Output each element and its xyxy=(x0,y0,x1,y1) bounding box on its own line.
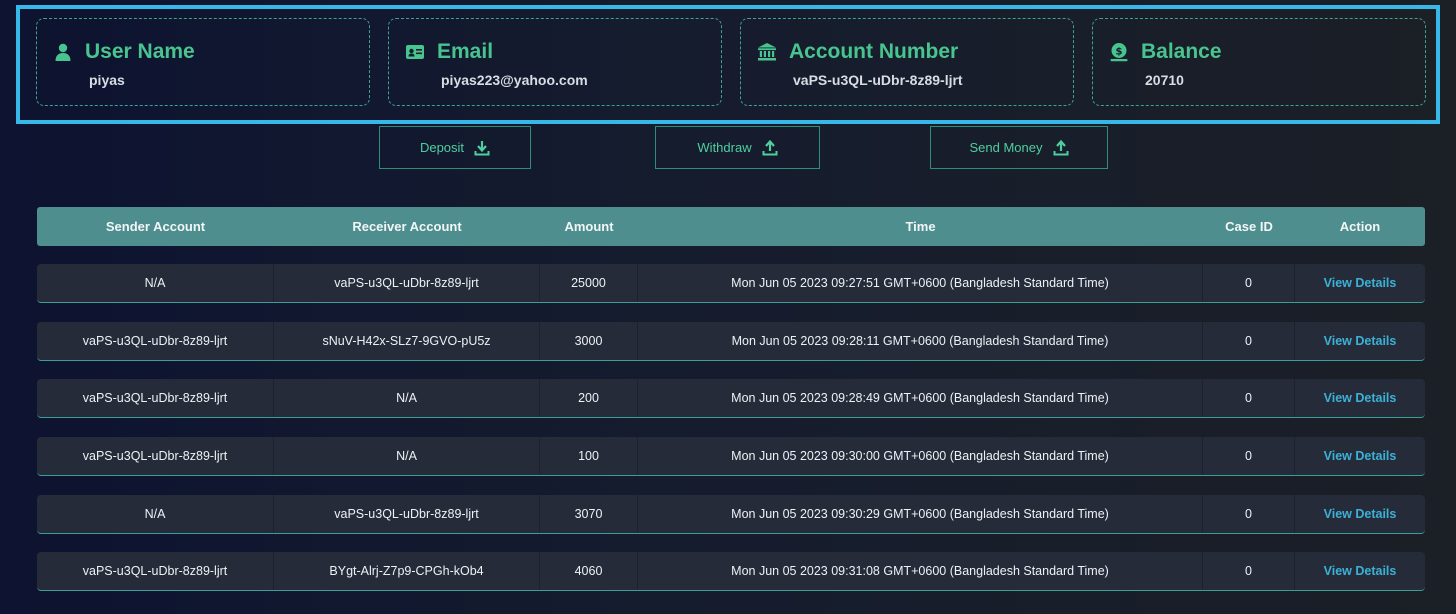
view-details-link[interactable]: View Details xyxy=(1295,322,1425,360)
table-row: N/A vaPS-u3QL-uDbr-8z89-ljrt 3070 Mon Ju… xyxy=(37,495,1425,534)
sender-account-cell: vaPS-u3QL-uDbr-8z89-ljrt xyxy=(37,322,274,360)
sender-account-cell: vaPS-u3QL-uDbr-8z89-ljrt xyxy=(37,552,274,590)
balance-card: $ Balance 20710 xyxy=(1092,18,1426,106)
receiver-account-cell: sNuV-H42x-SLz7-9GVO-pU5z xyxy=(274,322,540,360)
time-cell: Mon Jun 05 2023 09:28:49 GMT+0600 (Bangl… xyxy=(638,379,1203,417)
case-id-cell: 0 xyxy=(1203,264,1295,302)
header-time: Time xyxy=(905,219,936,234)
view-details-link[interactable]: View Details xyxy=(1295,437,1425,475)
view-details-link[interactable]: View Details xyxy=(1295,379,1425,417)
amount-cell: 25000 xyxy=(540,264,638,302)
sender-account-cell: N/A xyxy=(37,264,274,302)
view-details-link[interactable]: View Details xyxy=(1295,264,1425,302)
header-action: Action xyxy=(1339,219,1381,234)
card-title: Email xyxy=(437,40,494,63)
case-id-cell: 0 xyxy=(1203,437,1295,475)
header-receiver-account: Receiver Account xyxy=(352,219,462,234)
view-details-link[interactable]: View Details xyxy=(1295,552,1425,590)
sender-account-cell: vaPS-u3QL-uDbr-8z89-ljrt xyxy=(37,379,274,417)
card-header: User Name xyxy=(53,39,195,65)
table-row: vaPS-u3QL-uDbr-8z89-ljrt N/A 200 Mon Jun… xyxy=(37,379,1425,418)
receiver-account-cell: vaPS-u3QL-uDbr-8z89-ljrt xyxy=(274,495,540,533)
withdraw-button[interactable]: Withdraw xyxy=(655,126,820,169)
card-header: Email xyxy=(405,39,493,65)
amount-cell: 3000 xyxy=(540,322,638,360)
email-card: Email piyas223@yahoo.com xyxy=(388,18,722,106)
balance-value: 20710 xyxy=(1145,72,1184,88)
account-number-card: Account Number vaPS-u3QL-uDbr-8z89-ljrt xyxy=(740,18,1074,106)
case-id-cell: 0 xyxy=(1203,322,1295,360)
card-title: User Name xyxy=(85,40,195,63)
upload-icon xyxy=(1053,139,1069,156)
transactions-table-header: Sender Account Receiver Account Amount T… xyxy=(37,207,1425,246)
time-cell: Mon Jun 05 2023 09:28:11 GMT+0600 (Bangl… xyxy=(638,322,1203,360)
sender-account-cell: vaPS-u3QL-uDbr-8z89-ljrt xyxy=(37,437,274,475)
bank-icon xyxy=(757,42,777,62)
amount-cell: 100 xyxy=(540,437,638,475)
receiver-account-cell: N/A xyxy=(274,379,540,417)
account-number-value: vaPS-u3QL-uDbr-8z89-ljrt xyxy=(793,72,963,88)
header-amount: Amount xyxy=(564,219,614,234)
case-id-cell: 0 xyxy=(1203,379,1295,417)
id-card-icon xyxy=(405,42,425,62)
user-name-card: User Name piyas xyxy=(36,18,370,106)
amount-cell: 200 xyxy=(540,379,638,417)
email-value: piyas223@yahoo.com xyxy=(441,72,588,88)
user-name-value: piyas xyxy=(89,72,125,88)
withdraw-label: Withdraw xyxy=(697,140,752,155)
svg-text:$: $ xyxy=(1116,47,1123,58)
send-money-button[interactable]: Send Money xyxy=(930,126,1108,169)
card-header: $ Balance xyxy=(1109,39,1222,65)
case-id-cell: 0 xyxy=(1203,552,1295,590)
time-cell: Mon Jun 05 2023 09:31:08 GMT+0600 (Bangl… xyxy=(638,552,1203,590)
money-icon: $ xyxy=(1109,42,1129,62)
amount-cell: 3070 xyxy=(540,495,638,533)
card-header: Account Number xyxy=(757,39,958,65)
send-money-label: Send Money xyxy=(969,140,1043,155)
receiver-account-cell: N/A xyxy=(274,437,540,475)
user-icon xyxy=(53,42,73,62)
receiver-account-cell: BYgt-Alrj-Z7p9-CPGh-kOb4 xyxy=(274,552,540,590)
table-row: vaPS-u3QL-uDbr-8z89-ljrt N/A 100 Mon Jun… xyxy=(37,437,1425,476)
deposit-button[interactable]: Deposit xyxy=(379,126,531,169)
header-sender-account: Sender Account xyxy=(105,219,206,234)
receiver-account-cell: vaPS-u3QL-uDbr-8z89-ljrt xyxy=(274,264,540,302)
download-icon xyxy=(474,140,490,156)
deposit-label: Deposit xyxy=(419,140,465,155)
table-row: vaPS-u3QL-uDbr-8z89-ljrt BYgt-Alrj-Z7p9-… xyxy=(37,552,1425,591)
view-details-link[interactable]: View Details xyxy=(1295,495,1425,533)
table-row: N/A vaPS-u3QL-uDbr-8z89-ljrt 25000 Mon J… xyxy=(37,264,1425,303)
amount-cell: 4060 xyxy=(540,552,638,590)
card-title: Account Number xyxy=(789,40,959,63)
upload-icon xyxy=(762,139,778,156)
sender-account-cell: N/A xyxy=(37,495,274,533)
time-cell: Mon Jun 05 2023 09:30:00 GMT+0600 (Bangl… xyxy=(638,437,1203,475)
time-cell: Mon Jun 05 2023 09:27:51 GMT+0600 (Bangl… xyxy=(638,264,1203,302)
case-id-cell: 0 xyxy=(1203,495,1295,533)
time-cell: Mon Jun 05 2023 09:30:29 GMT+0600 (Bangl… xyxy=(638,495,1203,533)
card-title: Balance xyxy=(1141,40,1222,63)
table-row: vaPS-u3QL-uDbr-8z89-ljrt sNuV-H42x-SLz7-… xyxy=(37,322,1425,361)
header-case-id: Case ID xyxy=(1225,219,1273,234)
